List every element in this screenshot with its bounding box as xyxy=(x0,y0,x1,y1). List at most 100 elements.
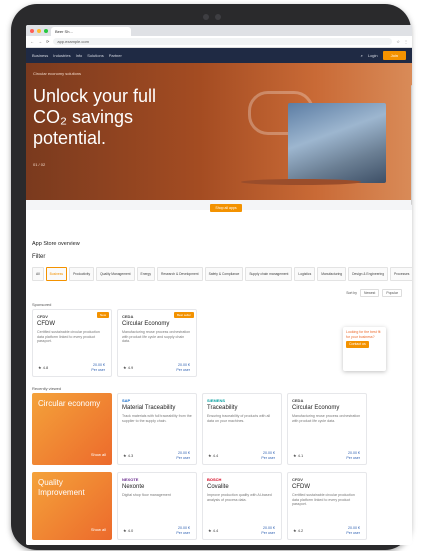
price-note: Per user xyxy=(91,367,105,372)
app-description: Digital shop floor management xyxy=(122,493,171,497)
new-badge: New xyxy=(96,312,109,318)
filter-chip[interactable]: Processes xyxy=(390,267,412,281)
login-link[interactable]: Login xyxy=(368,53,378,58)
filter-chip[interactable]: Logistics xyxy=(294,267,316,281)
nav-item[interactable]: Business xyxy=(32,53,48,58)
app-price: 20.00 € Per user xyxy=(346,526,360,535)
app-description: Manufacturing reuse process orchestratio… xyxy=(292,414,361,423)
app-description: Ensuring traceability of products with a… xyxy=(207,414,271,423)
price-note: Per user xyxy=(261,455,275,460)
app-card[interactable]: SIEMENS Traceability Ensuring traceabili… xyxy=(202,393,282,465)
vendor-logo: BOSCH xyxy=(207,477,222,482)
filter-chip[interactable]: Design & Engineering xyxy=(348,267,389,281)
filter-chip[interactable]: All xyxy=(32,267,44,281)
menu-icon[interactable]: ⋮ xyxy=(404,39,408,44)
url-field[interactable]: app.example.com xyxy=(53,38,393,45)
contact-button[interactable]: Contact us xyxy=(346,341,369,348)
camera-dot xyxy=(203,14,209,20)
forward-icon[interactable]: → xyxy=(38,39,42,44)
sort-option[interactable]: Popular xyxy=(382,289,402,297)
bookmark-icon[interactable]: ☆ xyxy=(396,39,400,44)
sensor-dot xyxy=(215,14,221,20)
app-price: 20.00 € Per user xyxy=(176,526,190,535)
promo-title: Quality Improvement xyxy=(38,478,85,497)
sort-row: Sort by Newest Popular xyxy=(346,289,402,297)
hero-banner: Circular economy solutions Unlock your f… xyxy=(26,63,412,200)
promo-link[interactable]: Show all xyxy=(91,452,106,457)
filter-chip[interactable]: Safety & Compliance xyxy=(204,267,244,281)
app-rating: ★ 4.4 xyxy=(208,528,219,533)
app-rating: ★ 4.9 xyxy=(123,365,134,370)
browser-tab-strip: Beer Sh... xyxy=(26,25,412,36)
minimize-window-icon[interactable] xyxy=(37,28,41,33)
app-card[interactable]: New CFDV CFDW Certified sustainable circ… xyxy=(32,309,112,377)
category-promo[interactable]: Circular economy Show all xyxy=(32,393,112,465)
vendor-logo: SAP xyxy=(122,398,131,403)
app-name: Material Traceability xyxy=(122,405,176,411)
address-bar-row: ← → ⟳ app.example.com ☆ ⋮ xyxy=(26,36,412,48)
search-icon[interactable]: ⌕ xyxy=(361,53,363,58)
sort-option[interactable]: Newest xyxy=(360,289,380,297)
app-description: Track materials with full traceability f… xyxy=(122,414,192,423)
hero-title: Unlock your full CO₂ savings potential. xyxy=(33,86,183,149)
browser-tab-title: Beer Sh... xyxy=(55,29,73,34)
nav-item[interactable]: Info xyxy=(76,53,83,58)
price-value: 20.00 € xyxy=(178,451,190,455)
browser-tab[interactable]: Beer Sh... xyxy=(51,27,131,36)
shop-all-button[interactable]: Shop all apps xyxy=(210,204,242,212)
filter-chip[interactable]: Manufacturing xyxy=(317,267,347,281)
price-note: Per user xyxy=(176,530,190,535)
close-window-icon[interactable] xyxy=(30,28,34,33)
app-card[interactable]: Best seller CEDA Circular Economy Manufa… xyxy=(117,309,197,377)
app-price: 20.00 € Per user xyxy=(176,363,190,372)
maximize-window-icon[interactable] xyxy=(44,28,48,33)
nav-item[interactable]: Solutions xyxy=(87,53,103,58)
app-rating: ★ 4.3 xyxy=(123,453,134,458)
price-note: Per user xyxy=(176,367,190,372)
promo-link[interactable]: Show all xyxy=(91,527,106,532)
filter-chip[interactable]: Quality Management xyxy=(96,267,135,281)
app-name: CFDW xyxy=(37,321,55,327)
app-price: 20.00 € Per user xyxy=(261,526,275,535)
app-card[interactable]: CEDA Circular Economy Manufacturing reus… xyxy=(287,393,367,465)
app-card[interactable]: NEXOTE Nexonte Digital shop floor manage… xyxy=(117,472,197,540)
vendor-logo: CEDA xyxy=(292,398,304,403)
hand-tray-graphic xyxy=(241,179,361,185)
contact-callout[interactable]: Looking for the best fit for your busine… xyxy=(343,327,386,371)
filter-chip[interactable]: Research & Development xyxy=(156,267,203,281)
back-icon[interactable]: ← xyxy=(30,39,34,44)
bestseller-badge: Best seller xyxy=(173,312,194,318)
app-rating: ★ 4.0 xyxy=(123,528,134,533)
app-price: 20.00 € Per user xyxy=(176,451,190,460)
join-button[interactable]: Join xyxy=(382,51,406,60)
recently-viewed-label: Recently viewed xyxy=(32,386,62,391)
category-promo[interactable]: Quality Improvement Show all xyxy=(32,472,112,540)
hero-title-line2: CO₂ savings xyxy=(33,107,134,127)
app-name: Covalite xyxy=(207,484,229,490)
price-note: Per user xyxy=(346,530,360,535)
app-card[interactable]: CFDV CFDW Certified sustainable circular… xyxy=(287,472,367,540)
app-rating: ★ 4.1 xyxy=(293,453,304,458)
browser-screen: Beer Sh... ← → ⟳ app.example.com ☆ ⋮ Bus… xyxy=(26,25,412,545)
filter-chip[interactable]: Business xyxy=(45,267,68,281)
filter-chip[interactable]: Productivity xyxy=(69,267,95,281)
sponsored-label: Sponsored xyxy=(32,302,52,307)
sort-label: Sort by xyxy=(346,291,357,295)
filter-chip[interactable]: Supply chain management xyxy=(245,267,293,281)
url-text: app.example.com xyxy=(57,39,89,44)
hero-crumb: Circular economy solutions xyxy=(33,71,82,76)
hero-slide-indicator[interactable]: 01 / 02 xyxy=(33,162,45,167)
price-value: 20.00 € xyxy=(348,526,360,530)
reload-icon[interactable]: ⟳ xyxy=(46,39,49,44)
app-card[interactable]: BOSCH Covalite Improve production qualit… xyxy=(202,472,282,540)
filter-chip[interactable]: Energy xyxy=(136,267,155,281)
app-card[interactable]: SAP Material Traceability Track material… xyxy=(117,393,197,465)
main-content: App Store overview Filter All Business P… xyxy=(26,210,412,545)
page-scrollbar[interactable] xyxy=(411,85,412,205)
nav-item[interactable]: Partner xyxy=(109,53,122,58)
app-description: Certified sustainable circular productio… xyxy=(292,493,355,506)
hero-title-line1: Unlock your full xyxy=(33,86,157,106)
app-name: Nexonte xyxy=(122,484,145,490)
app-description: Improve production quality with AI-based… xyxy=(207,493,272,502)
nav-item[interactable]: Industries xyxy=(53,53,70,58)
